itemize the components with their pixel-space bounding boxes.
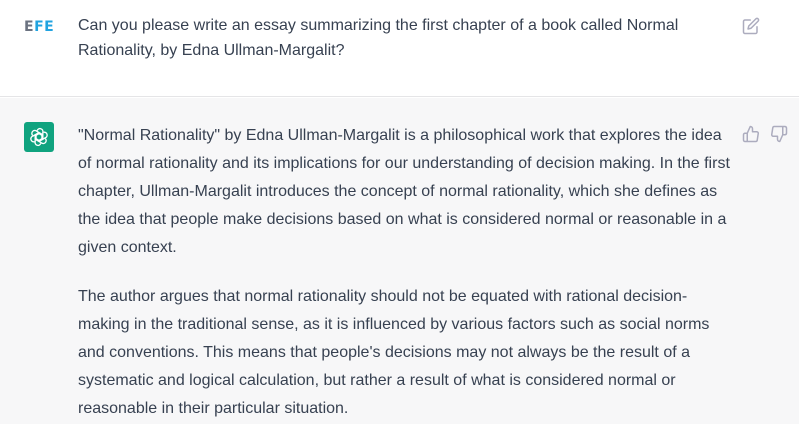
user-message-row: E FE Can you please write an essay summar… — [0, 0, 799, 97]
edit-icon[interactable] — [742, 17, 760, 35]
user-avatar-initial-2: FE — [34, 19, 55, 35]
openai-logo-icon — [24, 122, 54, 152]
user-avatar: E FE — [24, 18, 56, 36]
assistant-paragraph: "Normal Rationality" by Edna Ullman-Marg… — [78, 127, 730, 256]
assistant-message-text: "Normal Rationality" by Edna Ullman-Marg… — [78, 122, 730, 424]
thumbs-up-icon[interactable] — [742, 125, 760, 143]
user-avatar-initial-1: E — [24, 19, 35, 35]
assistant-message-row: "Normal Rationality" by Edna Ullman-Marg… — [0, 98, 799, 424]
assistant-paragraph: The author argues that normal rationalit… — [78, 288, 710, 417]
user-message-text: Can you please write an essay summarizin… — [78, 17, 679, 59]
thumbs-down-icon[interactable] — [770, 125, 788, 143]
